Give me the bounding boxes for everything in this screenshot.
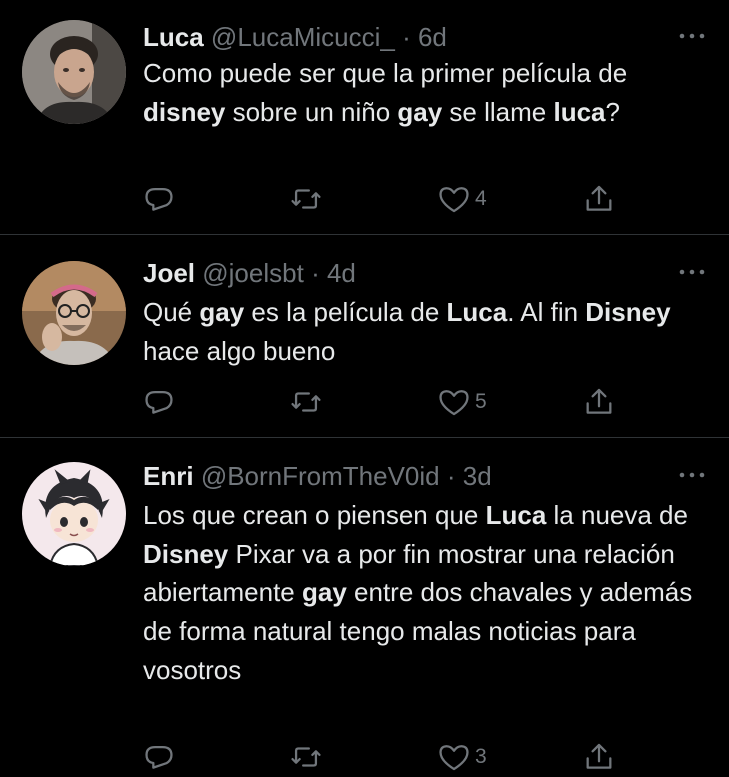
text-segment: se llame — [442, 96, 554, 127]
highlighted-keyword: gay — [301, 577, 347, 608]
user-handle[interactable]: @LucaMicucci_ — [211, 22, 395, 52]
heart-icon — [439, 390, 469, 416]
text-segment: es la película de — [244, 297, 447, 327]
highlighted-keyword: gay — [397, 96, 443, 127]
text-segment: Los que crean o piensen que — [143, 500, 486, 530]
tweet-header: Enri @BornFromTheV0id · 3d — [143, 459, 492, 493]
separator-dot: · — [402, 22, 411, 52]
more-icon[interactable] — [677, 465, 707, 485]
avatar[interactable] — [22, 20, 126, 124]
text-segment: ? — [605, 96, 620, 127]
more-icon[interactable] — [677, 262, 707, 282]
reply-icon — [145, 745, 173, 769]
retweet-button[interactable] — [289, 737, 323, 777]
share-button[interactable] — [582, 382, 616, 422]
display-name[interactable]: Luca — [143, 22, 204, 52]
user-handle[interactable]: @joelsbt — [202, 258, 304, 288]
reply-icon — [145, 187, 173, 211]
highlighted-keyword: disney — [143, 96, 226, 127]
reply-icon — [145, 390, 173, 414]
highlighted-keyword: luca — [553, 96, 606, 127]
text-segment: Qué — [143, 297, 200, 327]
heart-icon — [439, 745, 469, 771]
highlighted-keyword: gay — [199, 297, 245, 327]
tweet-text: Como puede ser que la primer película de… — [143, 54, 703, 131]
avatar[interactable] — [22, 462, 126, 566]
reply-button[interactable] — [142, 382, 176, 422]
share-icon — [586, 743, 612, 769]
tweet-divider — [0, 234, 729, 235]
text-segment: la nueva de — [546, 500, 688, 530]
tweet-text: Los que crean o piensen que Luca la nuev… — [143, 496, 703, 690]
highlighted-keyword: Disney — [585, 297, 671, 327]
retweet-icon — [291, 392, 321, 412]
retweet-icon — [291, 189, 321, 209]
reply-button[interactable] — [142, 737, 176, 777]
tweet[interactable]: Joel @joelsbt · 4d Qué gay es la películ… — [0, 256, 729, 436]
timestamp[interactable]: 6d — [418, 22, 447, 52]
share-icon — [586, 185, 612, 211]
timestamp[interactable]: 3d — [463, 461, 492, 491]
like-button[interactable]: 4 — [437, 179, 487, 219]
text-segment: Como puede ser que la primer película de — [143, 58, 628, 88]
action-bar: 4 — [0, 179, 729, 219]
share-icon — [586, 388, 612, 414]
more-icon[interactable] — [677, 26, 707, 46]
action-bar: 3 — [0, 737, 729, 777]
like-count: 3 — [475, 745, 487, 768]
action-bar: 5 — [0, 382, 729, 422]
display-name[interactable]: Joel — [143, 258, 195, 288]
heart-icon — [439, 187, 469, 213]
text-segment: . Al fin — [507, 297, 586, 327]
like-button[interactable]: 3 — [437, 737, 487, 777]
text-segment: sobre un niño — [225, 96, 398, 127]
retweet-icon — [291, 747, 321, 767]
retweet-button[interactable] — [289, 179, 323, 219]
like-count: 4 — [475, 187, 487, 210]
text-segment: hace algo bueno — [143, 335, 336, 366]
share-button[interactable] — [582, 737, 616, 777]
reply-button[interactable] — [142, 179, 176, 219]
timestamp[interactable]: 4d — [327, 258, 356, 288]
tweet[interactable]: Enri @BornFromTheV0id · 3d Los que crean… — [0, 459, 729, 775]
user-handle[interactable]: @BornFromTheV0id — [201, 461, 440, 491]
retweet-button[interactable] — [289, 382, 323, 422]
like-button[interactable]: 5 — [437, 382, 487, 422]
like-count: 5 — [475, 390, 487, 413]
highlighted-keyword: Disney — [143, 538, 229, 569]
avatar[interactable] — [22, 261, 126, 365]
highlighted-keyword: Luca — [446, 297, 508, 327]
tweet-divider — [0, 437, 729, 438]
tweet-header: Joel @joelsbt · 4d — [143, 256, 356, 290]
share-button[interactable] — [582, 179, 616, 219]
tweet[interactable]: Luca @LucaMicucci_ · 6d Como puede ser q… — [0, 20, 729, 220]
separator-dot: · — [446, 461, 456, 491]
separator-dot: · — [311, 258, 320, 288]
tweet-header: Luca @LucaMicucci_ · 6d — [143, 20, 447, 54]
tweet-text: Qué gay es la película de Luca. Al fin D… — [143, 293, 703, 370]
display-name[interactable]: Enri — [143, 461, 194, 491]
highlighted-keyword: Luca — [485, 500, 547, 530]
